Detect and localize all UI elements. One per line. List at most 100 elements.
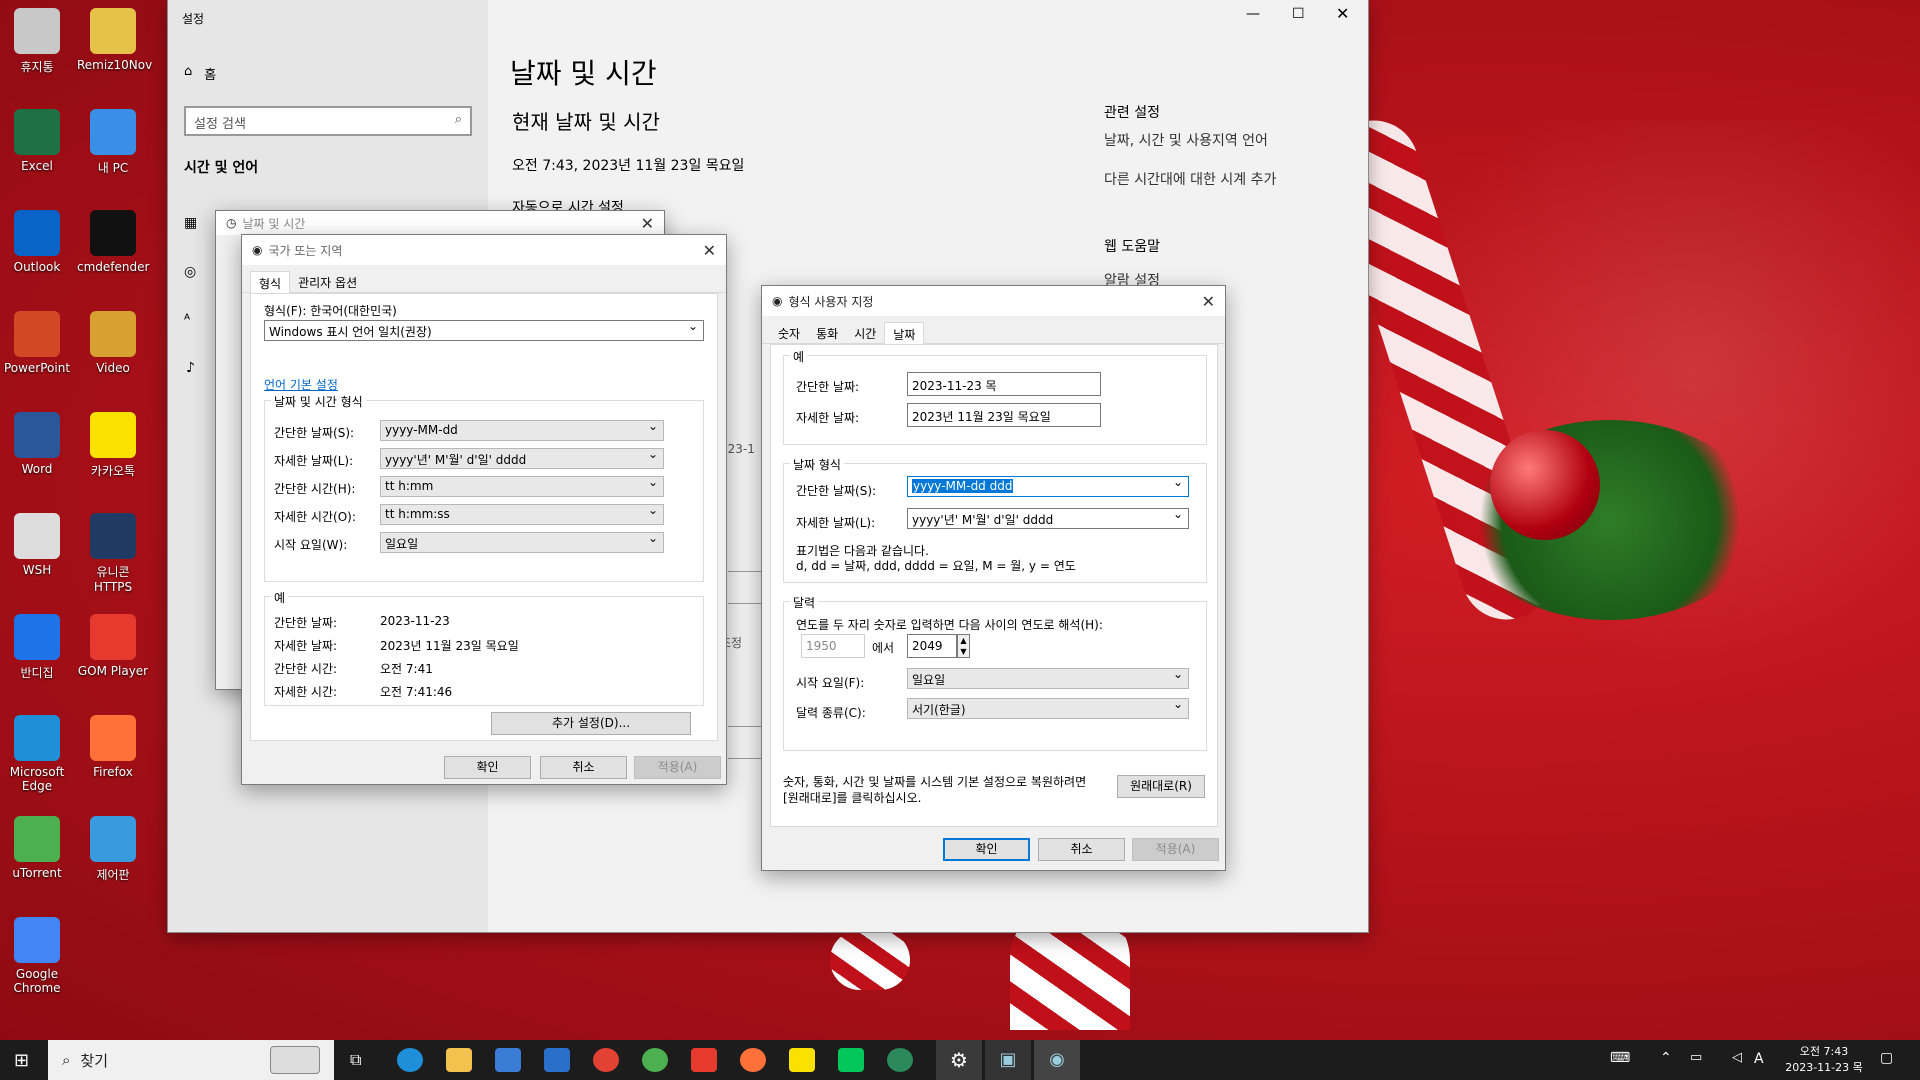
- related-link-clocks[interactable]: 다른 시간대에 대한 시계 추가: [1104, 169, 1276, 189]
- desktop-icon[interactable]: uTorrent: [1, 816, 73, 880]
- chrome-taskbar-icon[interactable]: [593, 1048, 619, 1072]
- desktop-icon[interactable]: Video: [77, 311, 149, 375]
- desktop-icon[interactable]: 휴지통: [1, 8, 73, 75]
- desktop-icon[interactable]: Firefox: [77, 715, 149, 779]
- example-short-value: 2023-11-23 목: [907, 372, 1101, 396]
- tab-currency[interactable]: 통화: [808, 322, 846, 343]
- tab-date[interactable]: 날짜: [884, 322, 925, 344]
- desktop-icon[interactable]: Outlook: [1, 210, 73, 274]
- network-icon[interactable]: ▭: [1690, 1050, 1702, 1065]
- desktop-icon[interactable]: 유니콘 HTTPS: [77, 513, 149, 594]
- excel-icon: [14, 109, 60, 155]
- format-group-title: 날짜 및 시간 형식: [271, 393, 366, 410]
- format-row-select[interactable]: 일요일: [380, 532, 664, 553]
- close-icon[interactable]: ✕: [641, 214, 654, 233]
- globe-nav-icon[interactable]: ◎: [184, 264, 196, 280]
- desktop-icon[interactable]: 반디집: [1, 614, 73, 681]
- kakaotalk-taskbar-icon[interactable]: [789, 1048, 815, 1072]
- start-button[interactable]: ⊞: [14, 1050, 29, 1071]
- calendar-type-select[interactable]: 서기(한글): [907, 698, 1189, 719]
- tab-time[interactable]: 시간: [846, 322, 884, 343]
- desktop-icon-label: Google Chrome: [13, 967, 61, 995]
- language-settings-link[interactable]: 언어 기본 설정: [264, 376, 338, 393]
- mic-nav-icon[interactable]: ♪: [186, 360, 195, 376]
- tab-format[interactable]: 형식: [250, 271, 291, 293]
- keyboard-icon[interactable]: ⌨: [1610, 1050, 1630, 1066]
- desktop-icon-label: uTorrent: [12, 866, 62, 880]
- region-title-bar: ◉ 국가 또는 지역 ✕: [242, 235, 726, 265]
- close-button[interactable]: ✕: [1336, 4, 1349, 23]
- edge-dev-taskbar-icon[interactable]: [887, 1048, 913, 1072]
- desktop-icon[interactable]: Word: [1, 412, 73, 476]
- clock[interactable]: 오전 7:43 2023-11-23 목: [1776, 1044, 1872, 1076]
- additional-settings-button[interactable]: 추가 설정(D)...: [491, 712, 691, 735]
- desktop-icon[interactable]: 내 PC: [77, 109, 149, 176]
- desktop-icon[interactable]: Excel: [1, 109, 73, 173]
- naver-taskbar-icon[interactable]: [838, 1048, 864, 1072]
- customize-format-dialog: ◉ 형식 사용자 지정 ✕ 숫자 통화 시간 날짜 예 간단한 날짜: 2023…: [761, 285, 1226, 871]
- long-date-select[interactable]: yyyy'년' M'월' d'일' dddd: [907, 508, 1189, 529]
- close-icon[interactable]: ✕: [1202, 292, 1215, 311]
- long-date-label: 자세한 날짜(L):: [796, 516, 876, 530]
- region-dialog: ◉ 국가 또는 지역 ✕ 형식 관리자 옵션 형식(F): 한국어(대한민국) …: [241, 234, 727, 785]
- firefox-taskbar-icon[interactable]: [740, 1048, 766, 1072]
- settings-taskbar-icon[interactable]: ⚙: [936, 1040, 982, 1080]
- desktop-icon[interactable]: 제어판: [77, 816, 149, 883]
- ime-indicator[interactable]: A: [1754, 1051, 1764, 1067]
- close-icon[interactable]: ✕: [703, 241, 716, 260]
- desktop-icon[interactable]: PowerPoint: [1, 311, 73, 375]
- cancel-button[interactable]: 취소: [1038, 838, 1125, 861]
- tray-chevron-icon[interactable]: ⌃: [1660, 1050, 1672, 1066]
- first-day-select[interactable]: 일요일: [907, 668, 1189, 689]
- reset-button[interactable]: 원래대로(R): [1117, 775, 1205, 798]
- ok-button[interactable]: 확인: [444, 756, 531, 779]
- calendar-nav-icon[interactable]: ▦: [184, 215, 197, 231]
- format-row-select[interactable]: yyyy-MM-dd: [380, 420, 664, 441]
- control-panel-taskbar-icon[interactable]: ▣: [985, 1040, 1031, 1080]
- language-nav-icon[interactable]: ᴬ: [184, 312, 190, 328]
- task-view-icon[interactable]: ⧉: [350, 1050, 361, 1070]
- minimize-button[interactable]: —: [1246, 6, 1260, 22]
- chrome-icon: [14, 917, 60, 963]
- example-short-label: 간단한 날짜:: [796, 380, 860, 394]
- desktop-icon-label: cmdefender: [77, 260, 150, 274]
- desktop-icon[interactable]: Microsoft Edge: [1, 715, 73, 793]
- maximize-button[interactable]: ☐: [1292, 6, 1305, 22]
- format-select[interactable]: Windows 표시 언어 일치(권장): [264, 320, 704, 341]
- desktop-icon[interactable]: WSH: [1, 513, 73, 577]
- related-link-regional[interactable]: 날짜, 시간 및 사용지역 언어: [1104, 130, 1268, 150]
- tab-numbers[interactable]: 숫자: [770, 322, 808, 343]
- desktop-icon[interactable]: GOM Player: [77, 614, 149, 678]
- desktop-icon[interactable]: Remiz10Nov: [77, 8, 152, 72]
- desktop-icon[interactable]: 카카오톡: [77, 412, 149, 479]
- home-nav[interactable]: ⌂ 홈: [184, 64, 216, 83]
- gom-taskbar-icon[interactable]: [691, 1048, 717, 1072]
- settings-search-input[interactable]: 설정 검색 ⌕: [184, 106, 472, 136]
- cancel-button[interactable]: 취소: [540, 756, 627, 779]
- short-date-select[interactable]: yyyy-MM-dd ddd: [907, 476, 1189, 497]
- format-row-select[interactable]: tt h:mm:ss: [380, 504, 664, 525]
- taskbar-search[interactable]: ⌕ 찾기: [48, 1040, 334, 1080]
- ok-button[interactable]: 확인: [943, 838, 1030, 861]
- gom-player-icon: [90, 614, 136, 660]
- region-taskbar-icon[interactable]: ◉: [1034, 1040, 1080, 1080]
- format-row-select[interactable]: tt h:mm: [380, 476, 664, 497]
- reset-text-1: 숫자, 통화, 시간 및 날짜를 시스템 기본 설정으로 복원하려면: [783, 775, 1087, 789]
- example-row-label: 자세한 날짜:: [274, 639, 338, 653]
- edge-taskbar-icon[interactable]: [397, 1048, 423, 1072]
- tab-admin[interactable]: 관리자 옵션: [290, 271, 365, 292]
- desktop-icon[interactable]: cmdefender: [77, 210, 149, 274]
- explorer-taskbar-icon[interactable]: [446, 1048, 472, 1072]
- example-long-value: 2023년 11월 23일 목요일: [907, 403, 1101, 427]
- example-group: 예 간단한 날짜: 2023-11-23 목 자세한 날짜: 2023년 11월…: [783, 348, 1207, 445]
- desktop-icon-label: WSH: [22, 563, 52, 577]
- year-to-field[interactable]: 2049: [907, 634, 957, 658]
- volume-icon[interactable]: ◁: [1732, 1050, 1742, 1065]
- format-row-select[interactable]: yyyy'년' M'월' d'일' dddd: [380, 448, 664, 469]
- year-spinner[interactable]: ▲ ▼: [957, 634, 970, 658]
- notification-icon[interactable]: ▢: [1880, 1050, 1893, 1066]
- mail-taskbar-icon[interactable]: [544, 1048, 570, 1072]
- desktop-icon[interactable]: Google Chrome: [1, 917, 73, 995]
- store-taskbar-icon[interactable]: [495, 1048, 521, 1072]
- utorrent-taskbar-icon[interactable]: [642, 1048, 668, 1072]
